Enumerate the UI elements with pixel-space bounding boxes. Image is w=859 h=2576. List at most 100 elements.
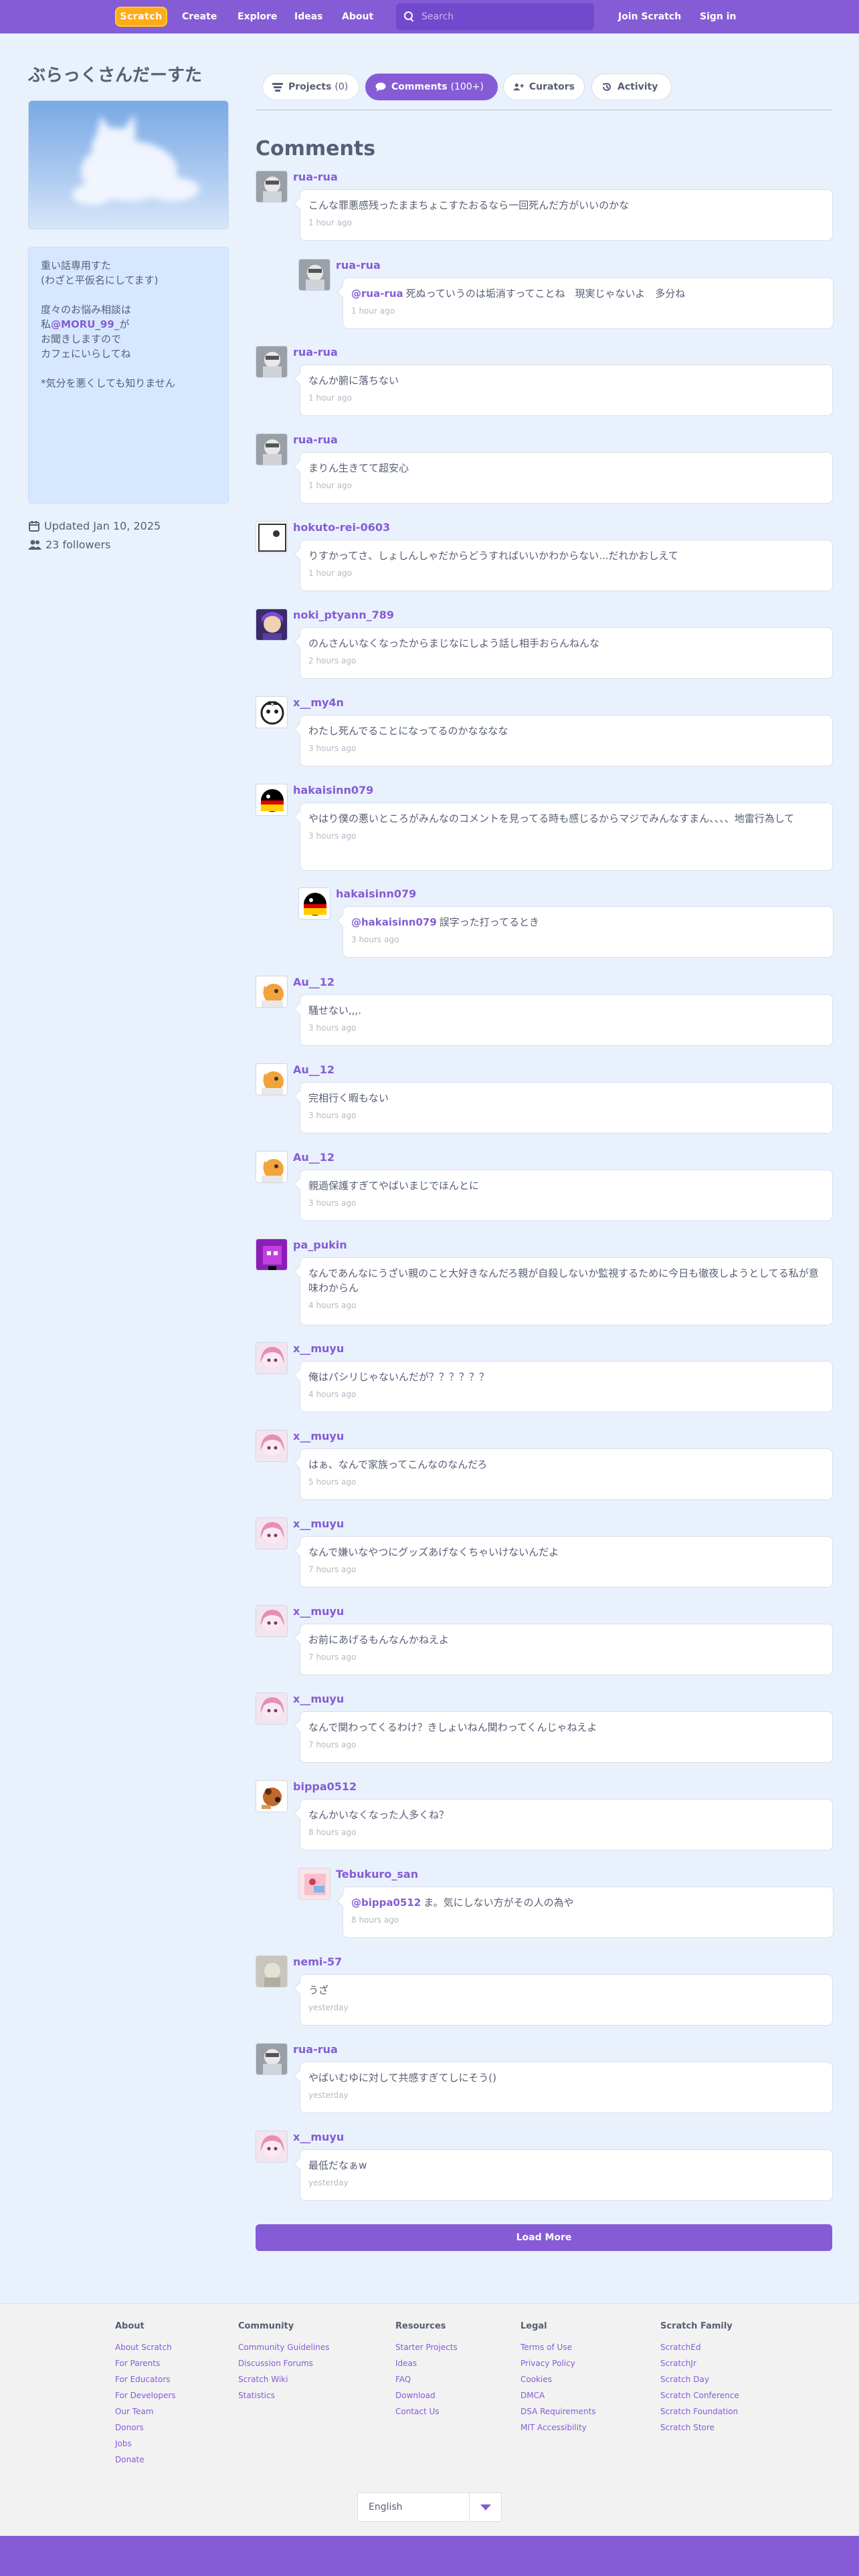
scratch-logo[interactable]: Scratch (115, 7, 167, 27)
nav-ideas[interactable]: Ideas (294, 0, 323, 33)
footer-link[interactable]: ScratchJr (660, 2355, 739, 2371)
nav-create[interactable]: Create (182, 0, 217, 33)
avatar[interactable] (256, 1239, 288, 1271)
comment-username[interactable]: nemi-57 (293, 1955, 342, 1968)
comment-mention-link[interactable]: @hakaisinn079 (351, 916, 437, 928)
comment-username[interactable]: x__muyu (293, 2131, 344, 2143)
avatar[interactable] (298, 1868, 330, 1900)
footer-link[interactable]: Our Team (115, 2403, 176, 2420)
description-mention-link[interactable]: @MORU_99 (51, 318, 114, 330)
footer-link[interactable]: ScratchEd (660, 2339, 739, 2355)
comment-username[interactable]: rua-rua (336, 259, 381, 272)
footer-link[interactable]: Donate (115, 2452, 176, 2468)
footer-link[interactable]: Scratch Foundation (660, 2403, 739, 2420)
join-scratch-link[interactable]: Join Scratch (618, 0, 681, 33)
avatar[interactable] (256, 346, 288, 378)
footer-link[interactable]: Scratch Wiki (238, 2371, 329, 2387)
comment-username[interactable]: x__muyu (293, 1342, 344, 1355)
comment-username[interactable]: Tebukuro_san (336, 1868, 418, 1881)
avatar[interactable] (298, 259, 330, 291)
footer-link[interactable]: Discussion Forums (238, 2355, 329, 2371)
avatar[interactable] (256, 1955, 288, 1988)
footer-link[interactable]: FAQ (395, 2371, 458, 2387)
comment-username[interactable]: x__my4n (293, 696, 344, 709)
search-bar[interactable] (396, 3, 594, 30)
comment-username[interactable]: hokuto-rei-0603 (293, 521, 390, 534)
comment-mention-link[interactable]: @bippa0512 (351, 1897, 421, 1909)
footer-link[interactable]: Statistics (238, 2387, 329, 2403)
footer-link[interactable]: DMCA (520, 2387, 596, 2403)
load-more-button[interactable]: Load More (256, 2224, 832, 2251)
tab-projects[interactable]: Projects (0) (262, 74, 359, 100)
comment-username[interactable]: Au__12 (293, 976, 335, 988)
footer-link[interactable]: Cookies (520, 2371, 596, 2387)
avatar[interactable] (298, 887, 330, 920)
comment-username[interactable]: rua-rua (293, 346, 338, 358)
footer-link[interactable]: Terms of Use (520, 2339, 596, 2355)
avatar[interactable] (256, 1693, 288, 1725)
footer-link[interactable]: MIT Accessibility (520, 2420, 596, 2436)
avatar[interactable] (256, 696, 288, 728)
footer-link[interactable]: Community Guidelines (238, 2339, 329, 2355)
language-select[interactable]: English (357, 2492, 502, 2522)
comment-username[interactable]: hakaisinn079 (293, 784, 373, 796)
footer-link[interactable]: Privacy Policy (520, 2355, 596, 2371)
comment-username[interactable]: noki_ptyann_789 (293, 609, 394, 621)
comment-username[interactable]: x__muyu (293, 1430, 344, 1442)
footer-link[interactable]: For Educators (115, 2371, 176, 2387)
footer-link[interactable]: About Scratch (115, 2339, 176, 2355)
comment-bubble: @hakaisinn079 誤字った打ってるとき 3 hours ago (343, 906, 834, 958)
footer-column: Resources Starter Projects Ideas FAQ Downloa… (395, 2321, 458, 2420)
avatar[interactable] (256, 1151, 288, 1183)
comment-username[interactable]: x__muyu (293, 1517, 344, 1530)
avatar[interactable] (256, 2043, 288, 2075)
avatar[interactable] (256, 1342, 288, 1374)
tab-comments[interactable]: Comments (100+) (365, 74, 498, 100)
avatar[interactable] (256, 2131, 288, 2163)
comment-username[interactable]: pa_pukin (293, 1239, 347, 1251)
avatar[interactable] (256, 784, 288, 816)
avatar[interactable] (256, 1605, 288, 1637)
footer-link[interactable]: Ideas (395, 2355, 458, 2371)
avatar[interactable] (256, 1780, 288, 1812)
footer-link[interactable]: Jobs (115, 2436, 176, 2452)
footer-link[interactable]: For Developers (115, 2387, 176, 2403)
footer-link[interactable]: Contact Us (395, 2403, 458, 2420)
footer-link[interactable]: Download (395, 2387, 458, 2403)
footer-link[interactable]: Donors (115, 2420, 176, 2436)
tab-activity[interactable]: Activity (591, 74, 672, 100)
footer-link[interactable]: Starter Projects (395, 2339, 458, 2355)
nav-about[interactable]: About (342, 0, 373, 33)
footer-link[interactable]: Scratch Conference (660, 2387, 739, 2403)
avatar[interactable] (256, 609, 288, 641)
comment-body: 親過保護すぎてやばいまじでほんとに (308, 1180, 480, 1192)
nav-explore[interactable]: Explore (237, 0, 277, 33)
footer-link[interactable]: Scratch Store (660, 2420, 739, 2436)
footer-link[interactable]: Scratch Day (660, 2371, 739, 2387)
comment-username[interactable]: rua-rua (293, 171, 338, 183)
comment-body: なんか腑に落ちない (308, 374, 399, 387)
comment-text: なんであんなにうざい親のこと大好きなんだろ親が自殺しないか監視するために今日も徹… (308, 1266, 824, 1295)
chevron-down-icon[interactable] (469, 2493, 501, 2521)
comment-username[interactable]: x__muyu (293, 1693, 344, 1705)
avatar[interactable] (256, 521, 288, 553)
search-input[interactable] (421, 11, 589, 22)
comment-username[interactable]: Au__12 (293, 1063, 335, 1076)
comment-username[interactable]: Au__12 (293, 1151, 335, 1164)
avatar[interactable] (256, 1063, 288, 1095)
avatar[interactable] (256, 1517, 288, 1549)
avatar[interactable] (256, 433, 288, 465)
sign-in-link[interactable]: Sign in (700, 0, 737, 33)
avatar[interactable] (256, 976, 288, 1008)
footer-link[interactable]: DSA Requirements (520, 2403, 596, 2420)
avatar[interactable] (256, 171, 288, 203)
comment-username[interactable]: bippa0512 (293, 1780, 357, 1793)
comment-username[interactable]: x__muyu (293, 1605, 344, 1618)
footer-link[interactable]: For Parents (115, 2355, 176, 2371)
comment-username[interactable]: rua-rua (293, 433, 338, 446)
comment-username[interactable]: hakaisinn079 (336, 887, 416, 900)
avatar[interactable] (256, 1430, 288, 1462)
tab-curators[interactable]: Curators (503, 74, 585, 100)
comment-mention-link[interactable]: @rua-rua (351, 288, 403, 300)
comment-username[interactable]: rua-rua (293, 2043, 338, 2056)
